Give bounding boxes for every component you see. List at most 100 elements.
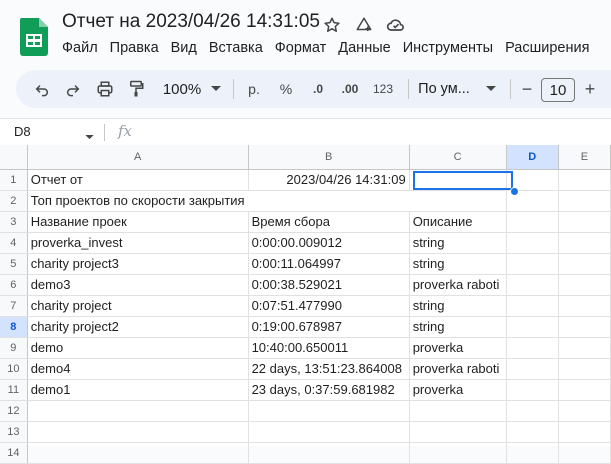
font-size-input[interactable]: 10 — [541, 78, 575, 102]
cell-b[interactable] — [248, 400, 410, 422]
menu-view[interactable]: Вид — [165, 40, 203, 60]
cell-a[interactable] — [27, 421, 249, 443]
cell-d[interactable] — [506, 211, 559, 233]
cell-d[interactable] — [506, 400, 559, 422]
cell-c[interactable]: proverka raboti — [409, 274, 507, 296]
sheets-logo-icon[interactable] — [20, 18, 48, 56]
row-header[interactable]: 11 — [0, 379, 28, 401]
cell-c[interactable]: string — [409, 232, 507, 254]
paint-format-icon[interactable] — [124, 70, 148, 108]
name-box[interactable]: D8 — [14, 124, 31, 139]
cell-b[interactable] — [248, 190, 410, 212]
cell-a[interactable]: demo — [27, 337, 249, 359]
row-header[interactable]: 9 — [0, 337, 28, 359]
row-header[interactable]: 10 — [0, 358, 28, 380]
cell-d[interactable] — [506, 379, 559, 401]
cell-a[interactable]: Название проек — [27, 211, 249, 233]
menu-data[interactable]: Данные — [332, 40, 396, 60]
cloud-status-icon[interactable] — [385, 14, 407, 36]
cell-e[interactable] — [558, 400, 611, 422]
cell-a[interactable]: charity project2 — [27, 316, 249, 338]
cell-d[interactable] — [506, 358, 559, 380]
cell-b[interactable]: 0:00:11.064997 — [248, 253, 410, 275]
cell-e[interactable] — [558, 295, 611, 317]
cell-e[interactable] — [558, 169, 611, 191]
cell-d[interactable] — [506, 253, 559, 275]
menu-insert[interactable]: Вставка — [203, 40, 269, 60]
row-header[interactable]: 13 — [0, 421, 28, 443]
cell-e[interactable] — [558, 379, 611, 401]
redo-icon[interactable] — [61, 70, 85, 108]
move-to-folder-icon[interactable] — [353, 14, 375, 36]
cell-b[interactable]: 0:07:51.477990 — [248, 295, 410, 317]
cell-e[interactable] — [558, 253, 611, 275]
row-header[interactable]: 1 — [0, 169, 28, 191]
cell-d[interactable] — [506, 316, 559, 338]
cell-a[interactable] — [27, 400, 249, 422]
cell-d[interactable] — [506, 232, 559, 254]
cell-a[interactable]: demo4 — [27, 358, 249, 380]
cell-c[interactable]: string — [409, 253, 507, 275]
row-header[interactable]: 3 — [0, 211, 28, 233]
cell-b[interactable]: 22 days, 13:51:23.864008 — [248, 358, 410, 380]
cell-c[interactable] — [409, 421, 507, 443]
row-header[interactable]: 7 — [0, 295, 28, 317]
cell-a[interactable]: Топ проектов по скорости закрытия — [27, 190, 249, 212]
row-header[interactable]: 6 — [0, 274, 28, 296]
cell-e[interactable] — [558, 316, 611, 338]
column-header-c[interactable]: C — [409, 145, 507, 170]
cell-b[interactable] — [248, 421, 410, 443]
cell-b[interactable]: 0:19:00.678987 — [248, 316, 410, 338]
chevron-down-icon[interactable] — [483, 70, 499, 108]
cell-b[interactable]: 2023/04/26 14:31:09 — [248, 169, 410, 191]
cell-b[interactable]: 0:00:38.529021 — [248, 274, 410, 296]
cell-a[interactable]: charity project — [27, 295, 249, 317]
cell-e[interactable] — [558, 358, 611, 380]
print-icon[interactable] — [93, 70, 117, 108]
cell-b[interactable]: 0:00:00.009012 — [248, 232, 410, 254]
chevron-down-icon[interactable] — [85, 127, 94, 145]
menu-file[interactable]: Файл — [56, 40, 104, 60]
row-header[interactable]: 12 — [0, 400, 28, 422]
menu-extensions[interactable]: Расширения — [499, 40, 595, 60]
menu-edit[interactable]: Правка — [104, 40, 165, 60]
select-all-corner[interactable] — [0, 145, 28, 170]
row-header[interactable]: 4 — [0, 232, 28, 254]
column-header-d[interactable]: D — [506, 145, 559, 170]
cell-a[interactable]: demo3 — [27, 274, 249, 296]
cell-c[interactable]: proverka — [409, 337, 507, 359]
cell-e[interactable] — [558, 211, 611, 233]
cell-c[interactable] — [409, 190, 507, 212]
font-size-increase-button[interactable]: + — [581, 70, 599, 108]
row-header[interactable]: 5 — [0, 253, 28, 275]
cell-c[interactable]: string — [409, 295, 507, 317]
cell-d[interactable] — [506, 274, 559, 296]
font-family-select[interactable]: По ум... — [414, 70, 474, 108]
cell-e[interactable] — [558, 337, 611, 359]
document-title[interactable]: Отчет на 2023/04/26 14:31:05 — [62, 11, 320, 33]
cell-c[interactable]: proverka — [409, 379, 507, 401]
cell-a[interactable]: charity project3 — [27, 253, 249, 275]
cell-a[interactable]: demo1 — [27, 379, 249, 401]
row-header[interactable]: 2 — [0, 190, 28, 212]
cell-b[interactable]: 10:40:00.650011 — [248, 337, 410, 359]
cell-c[interactable] — [409, 400, 507, 422]
cell-c[interactable]: proverka raboti — [409, 358, 507, 380]
menu-format[interactable]: Формат — [269, 40, 333, 60]
star-icon[interactable] — [321, 14, 343, 36]
zoom-select[interactable]: 100% — [158, 70, 206, 108]
cell-b[interactable]: Время сбора — [248, 211, 410, 233]
cell-d[interactable] — [506, 421, 559, 443]
selected-cell-d8[interactable] — [413, 171, 513, 190]
cell-d[interactable] — [506, 337, 559, 359]
cell-e[interactable] — [558, 421, 611, 443]
percent-format-button[interactable]: % — [274, 70, 298, 108]
cell-e[interactable] — [558, 274, 611, 296]
undo-icon[interactable] — [30, 70, 54, 108]
cell-d[interactable] — [506, 295, 559, 317]
number-format-button[interactable]: 123 — [370, 70, 396, 108]
menu-tools[interactable]: Инструменты — [397, 40, 499, 60]
chevron-down-icon[interactable] — [208, 70, 224, 108]
increase-decimals-button[interactable]: .00 — [336, 70, 364, 108]
fill-handle[interactable] — [510, 187, 519, 196]
